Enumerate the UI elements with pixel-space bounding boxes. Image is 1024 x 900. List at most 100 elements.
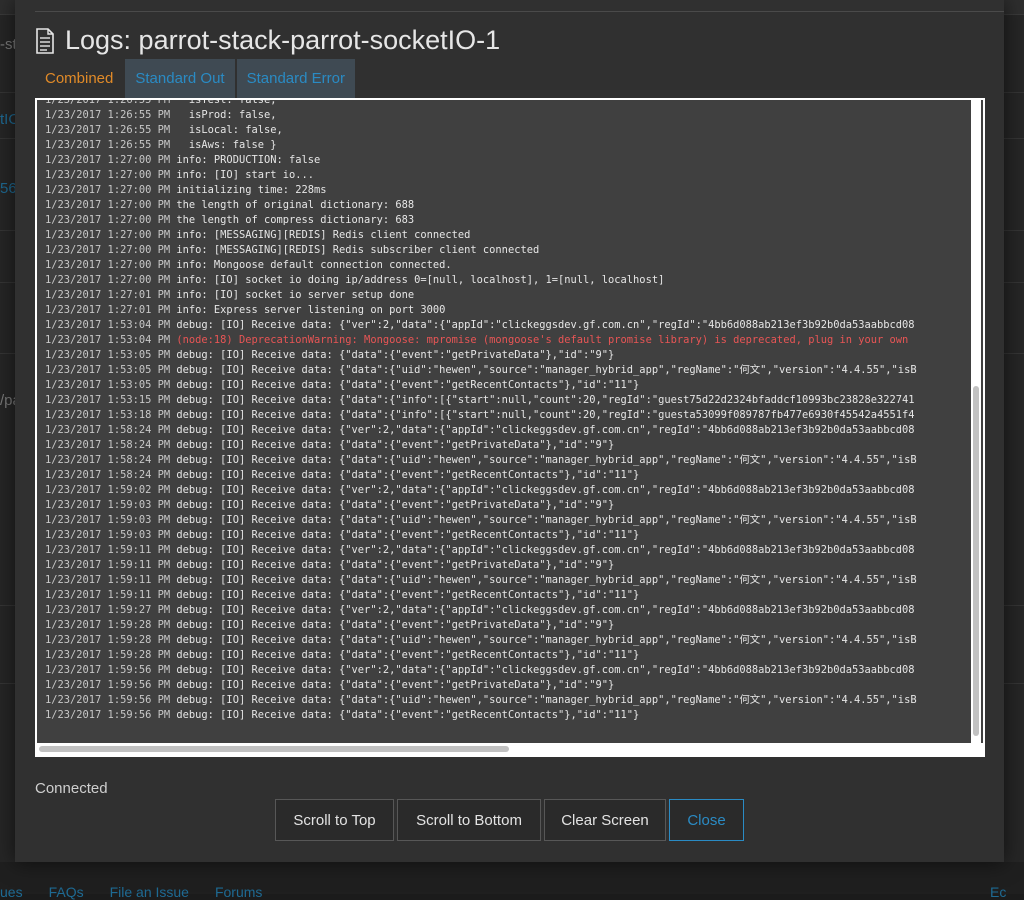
- log-timestamp: 1/23/2017 1:58:24 PM: [45, 469, 171, 481]
- log-timestamp: 1/23/2017 1:53:05 PM: [45, 349, 171, 361]
- log-line: 1/23/2017 1:59:56 PM debug: [IO] Receive…: [45, 708, 917, 723]
- log-timestamp: 1/23/2017 1:59:03 PM: [45, 499, 171, 511]
- log-timestamp: 1/23/2017 1:27:00 PM: [45, 244, 171, 256]
- log-message: debug: [IO] Receive data: {"data":{"even…: [176, 379, 640, 391]
- log-message: debug: [IO] Receive data: {"ver":2,"data…: [176, 664, 915, 676]
- log-message: info: [IO] start io...: [176, 169, 315, 181]
- log-timestamp: 1/23/2017 1:26:55 PM: [45, 139, 171, 151]
- log-line: 1/23/2017 1:27:00 PM info: [IO] start io…: [45, 168, 917, 183]
- log-message: info: [IO] socket io server setup done: [176, 289, 415, 301]
- close-button[interactable]: Close: [669, 799, 744, 841]
- vertical-scrollbar[interactable]: [971, 100, 981, 743]
- connection-status: Connected: [35, 780, 108, 797]
- log-timestamp: 1/23/2017 1:59:28 PM: [45, 634, 171, 646]
- clear-screen-button[interactable]: Clear Screen: [544, 799, 666, 841]
- log-line: 1/23/2017 1:59:56 PM debug: [IO] Receive…: [45, 678, 917, 693]
- horizontal-scrollbar-thumb[interactable]: [39, 746, 509, 752]
- log-timestamp: 1/23/2017 1:53:05 PM: [45, 379, 171, 391]
- log-timestamp: 1/23/2017 1:27:00 PM: [45, 259, 171, 271]
- log-message: debug: [IO] Receive data: {"data":{"even…: [176, 469, 640, 481]
- log-line: 1/23/2017 1:26:55 PM isProd: false,: [45, 108, 917, 123]
- log-message: debug: [IO] Receive data: {"ver":2,"data…: [176, 424, 915, 436]
- log-line: 1/23/2017 1:26:55 PM isAws: false }: [45, 138, 917, 153]
- log-line: 1/23/2017 1:59:03 PM debug: [IO] Receive…: [45, 528, 917, 543]
- log-message: debug: [IO] Receive data: {"data":{"uid"…: [176, 634, 917, 646]
- log-line: 1/23/2017 1:27:00 PM the length of compr…: [45, 213, 917, 228]
- footer-links: ues FAQs File an Issue Forums: [0, 884, 288, 900]
- log-timestamp: 1/23/2017 1:27:00 PM: [45, 274, 171, 286]
- document-icon: [35, 27, 55, 54]
- log-line: 1/23/2017 1:27:00 PM initializing time: …: [45, 183, 917, 198]
- log-message: debug: [IO] Receive data: {"data":{"even…: [176, 349, 615, 361]
- log-timestamp: 1/23/2017 1:59:28 PM: [45, 649, 171, 661]
- log-timestamp: 1/23/2017 1:59:28 PM: [45, 619, 171, 631]
- log-line: 1/23/2017 1:59:56 PM debug: [IO] Receive…: [45, 693, 917, 708]
- footer-link[interactable]: Forums: [215, 884, 262, 900]
- log-line: 1/23/2017 1:27:00 PM info: [MESSAGING][R…: [45, 228, 917, 243]
- tab-combined[interactable]: Combined: [35, 59, 126, 98]
- log-message: info: PRODUCTION: false: [176, 154, 321, 166]
- log-message: debug: [IO] Receive data: {"data":{"uid"…: [176, 364, 917, 376]
- log-timestamp: 1/23/2017 1:58:24 PM: [45, 439, 171, 451]
- log-timestamp: 1/23/2017 1:59:56 PM: [45, 679, 171, 691]
- log-timestamp: 1/23/2017 1:27:00 PM: [45, 184, 171, 196]
- log-message: debug: [IO] Receive data: {"ver":2,"data…: [176, 484, 915, 496]
- log-line: 1/23/2017 1:27:00 PM info: Mongoose defa…: [45, 258, 917, 273]
- log-line: 1/23/2017 1:53:18 PM debug: [IO] Receive…: [45, 408, 917, 423]
- log-message: debug: [IO] Receive data: {"data":{"even…: [176, 589, 640, 601]
- log-timestamp: 1/23/2017 1:26:55 PM: [45, 109, 171, 121]
- log-line: 1/23/2017 1:26:55 PM isLocal: false,: [45, 123, 917, 138]
- footer-link[interactable]: File an Issue: [110, 884, 189, 900]
- log-message: debug: [IO] Receive data: {"data":{"even…: [176, 559, 615, 571]
- log-message: debug: [IO] Receive data: {"data":{"info…: [176, 394, 915, 406]
- log-line: 1/23/2017 1:26:55 PM isTest: false,: [45, 100, 917, 108]
- log-message: the length of compress dictionary: 683: [176, 214, 415, 226]
- log-message: debug: [IO] Receive data: {"data":{"info…: [176, 409, 915, 421]
- footer-link[interactable]: ues: [0, 884, 23, 900]
- log-message: info: [IO] socket io doing ip/address 0=…: [176, 274, 665, 286]
- log-message: the length of original dictionary: 688: [176, 199, 415, 211]
- log-timestamp: 1/23/2017 1:59:56 PM: [45, 709, 171, 721]
- log-line: 1/23/2017 1:53:04 PM (node:18) Deprecati…: [45, 333, 917, 348]
- scroll-to-bottom-button[interactable]: Scroll to Bottom: [397, 799, 541, 841]
- log-timestamp: 1/23/2017 1:59:11 PM: [45, 589, 171, 601]
- log-line: 1/23/2017 1:59:03 PM debug: [IO] Receive…: [45, 513, 917, 528]
- tab-standard-error[interactable]: Standard Error: [236, 59, 357, 98]
- log-timestamp: 1/23/2017 1:59:03 PM: [45, 514, 171, 526]
- log-line: 1/23/2017 1:59:11 PM debug: [IO] Receive…: [45, 588, 917, 603]
- vertical-scrollbar-thumb[interactable]: [973, 386, 979, 736]
- tab-standard-out[interactable]: Standard Out: [125, 59, 237, 98]
- log-line: 1/23/2017 1:27:01 PM info: [IO] socket i…: [45, 288, 917, 303]
- log-timestamp: 1/23/2017 1:27:01 PM: [45, 304, 171, 316]
- horizontal-scrollbar[interactable]: [37, 743, 983, 755]
- log-line: 1/23/2017 1:59:11 PM debug: [IO] Receive…: [45, 573, 917, 588]
- log-line: 1/23/2017 1:27:00 PM info: [IO] socket i…: [45, 273, 917, 288]
- log-timestamp: 1/23/2017 1:27:00 PM: [45, 154, 171, 166]
- log-timestamp: 1/23/2017 1:53:15 PM: [45, 394, 171, 406]
- log-timestamp: 1/23/2017 1:27:00 PM: [45, 199, 171, 211]
- log-output-panel[interactable]: 1/23/2017 1:26:55 PM isTest: false, 1/23/…: [35, 98, 985, 757]
- log-message: debug: [IO] Receive data: {"ver":2,"data…: [176, 544, 915, 556]
- modal-title-text: Logs: parrot-stack-parrot-socketIO-1: [65, 25, 501, 55]
- log-line: 1/23/2017 1:59:56 PM debug: [IO] Receive…: [45, 663, 917, 678]
- log-line: 1/23/2017 1:58:24 PM debug: [IO] Receive…: [45, 438, 917, 453]
- log-message: debug: [IO] Receive data: {"ver":2,"data…: [176, 604, 915, 616]
- log-line: 1/23/2017 1:59:11 PM debug: [IO] Receive…: [45, 558, 917, 573]
- log-lines: 1/23/2017 1:26:55 PM isTest: false, 1/23/…: [45, 100, 917, 723]
- footer-right-link[interactable]: Ec: [990, 884, 1006, 900]
- log-line: 1/23/2017 1:59:27 PM debug: [IO] Receive…: [45, 603, 917, 618]
- log-timestamp: 1/23/2017 1:58:24 PM: [45, 424, 171, 436]
- log-message: debug: [IO] Receive data: {"data":{"even…: [176, 619, 615, 631]
- log-viewport[interactable]: 1/23/2017 1:26:55 PM isTest: false, 1/23/…: [37, 100, 983, 743]
- log-line: 1/23/2017 1:59:02 PM debug: [IO] Receive…: [45, 483, 917, 498]
- log-message: isLocal: false,: [176, 124, 283, 136]
- log-message: isProd: false,: [176, 109, 277, 121]
- log-message: debug: [IO] Receive data: {"data":{"uid"…: [176, 574, 917, 586]
- scroll-to-top-button[interactable]: Scroll to Top: [275, 799, 394, 841]
- modal-top-divider: [35, 11, 1004, 12]
- log-message: isAws: false }: [176, 139, 277, 151]
- background-footer: ues FAQs File an Issue Forums Ec: [0, 862, 1024, 900]
- footer-link[interactable]: FAQs: [49, 884, 84, 900]
- modal-title: Logs: parrot-stack-parrot-socketIO-1: [35, 25, 500, 56]
- log-message: debug: [IO] Receive data: {"data":{"even…: [176, 649, 640, 661]
